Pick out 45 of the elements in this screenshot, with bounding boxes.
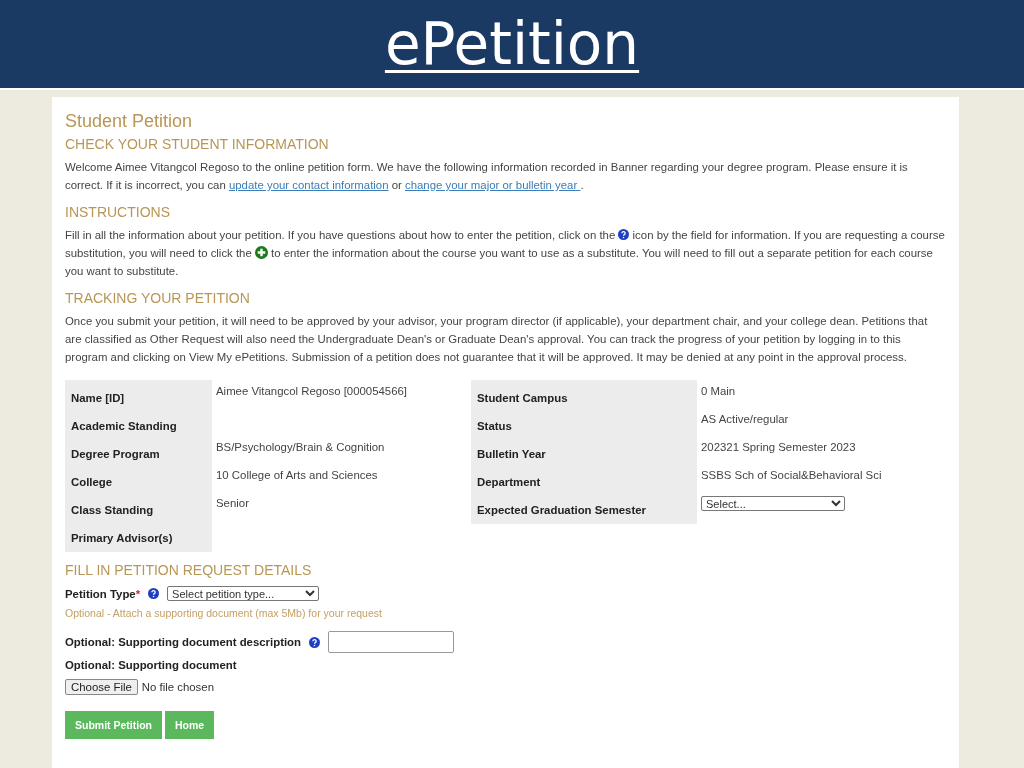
optional-note: Optional - Attach a supporting document (max 5Mb) for your request [65, 607, 383, 619]
instructions-text: Fill in all the information about your petition. If you have questions about how to enter the petition, click on the icon by the field for information. If you are requesting a course substitution, you will need to click the to enter the information about the course you want to use as a substitute. You will need to fill out a separate petition for each course you want to substitute. [65, 228, 946, 279]
section-heading: CHECK YOUR STUDENT INFORMATION [65, 136, 330, 152]
description-label: Optional: Supporting document description [65, 636, 302, 648]
field-value: 10 College of Arts and Sciences [215, 468, 379, 483]
field-label: Primary Advisor(s) [65, 524, 212, 552]
field-label: Expected Graduation Semester [471, 496, 697, 524]
file-status: No file chosen [141, 681, 214, 693]
add-icon [254, 246, 268, 259]
section-heading: FILL IN PETITION REQUEST DETAILS [65, 562, 313, 578]
description-input[interactable] [328, 631, 455, 653]
help-icon[interactable] [309, 636, 321, 648]
field-value: 0 Main [701, 385, 736, 397]
field-label: Name [ID] [65, 380, 212, 412]
field-label: College [65, 468, 212, 496]
app-title: ePetition [384, 10, 640, 78]
petition-type-select[interactable]: Select petition type... [167, 586, 320, 601]
field-value: AS Active/regular [701, 413, 789, 425]
section-heading: TRACKING YOUR PETITION [65, 290, 251, 306]
field-value: Aimee Vitangcol Regoso [000054566] [215, 384, 409, 399]
field-value: SSBS Sch of Social&Behavioral Sci [701, 469, 882, 481]
field-value: 202321 Spring Semester 2023 [701, 441, 856, 453]
field-label: Department [471, 468, 697, 496]
field-label: Degree Program [65, 440, 212, 468]
tracking-text: Once you submit your petition, it will need to be approved by your advisor, your program director (if applicable), your department chair, and your college dean. Petitions that are classified as Other Request will also need the Undergraduate Dean's or Graduate Dean's approval. You can track the progress of your petition by logging in to this program and clicking on View My ePetitions. Submission of a petition does not guarantee that it will be approved. It may be denied at any point in the approval process. [65, 314, 929, 365]
graduation-select[interactable]: Select... [701, 496, 845, 511]
major-link[interactable]: change your major or bulletin year [405, 179, 581, 191]
field-value: Senior [215, 496, 250, 511]
field-label: Student Campus [471, 380, 697, 412]
field-label: Bulletin Year [471, 440, 697, 468]
home-button[interactable]: Home [165, 711, 215, 739]
document-label: Optional: Supporting document [65, 659, 237, 671]
petition-type-label: Petition Type* [65, 587, 141, 600]
page-title: Student Petition [65, 111, 194, 132]
field-value: BS/Psychology/Brain & Cognition [215, 440, 386, 455]
contact-info-link[interactable]: update your contact information [228, 179, 389, 191]
choose-file-button[interactable]: Choose File [65, 679, 138, 695]
submit-button[interactable]: Submit Petition [65, 711, 162, 739]
help-icon[interactable] [618, 229, 630, 240]
field-label: Academic Standing [65, 412, 212, 440]
welcome-text: Welcome Aimee Vitangcol Regoso to the online petition form. We have the following information recorded in Banner regarding your degree program. Please ensure it is correct. If it is incorrect, you can update your contact information or change your major or bulletin year . [65, 160, 909, 193]
help-icon[interactable] [148, 588, 160, 599]
section-heading: INSTRUCTIONS [65, 204, 171, 220]
field-label: Status [471, 412, 697, 440]
field-label: Class Standing [65, 496, 212, 524]
